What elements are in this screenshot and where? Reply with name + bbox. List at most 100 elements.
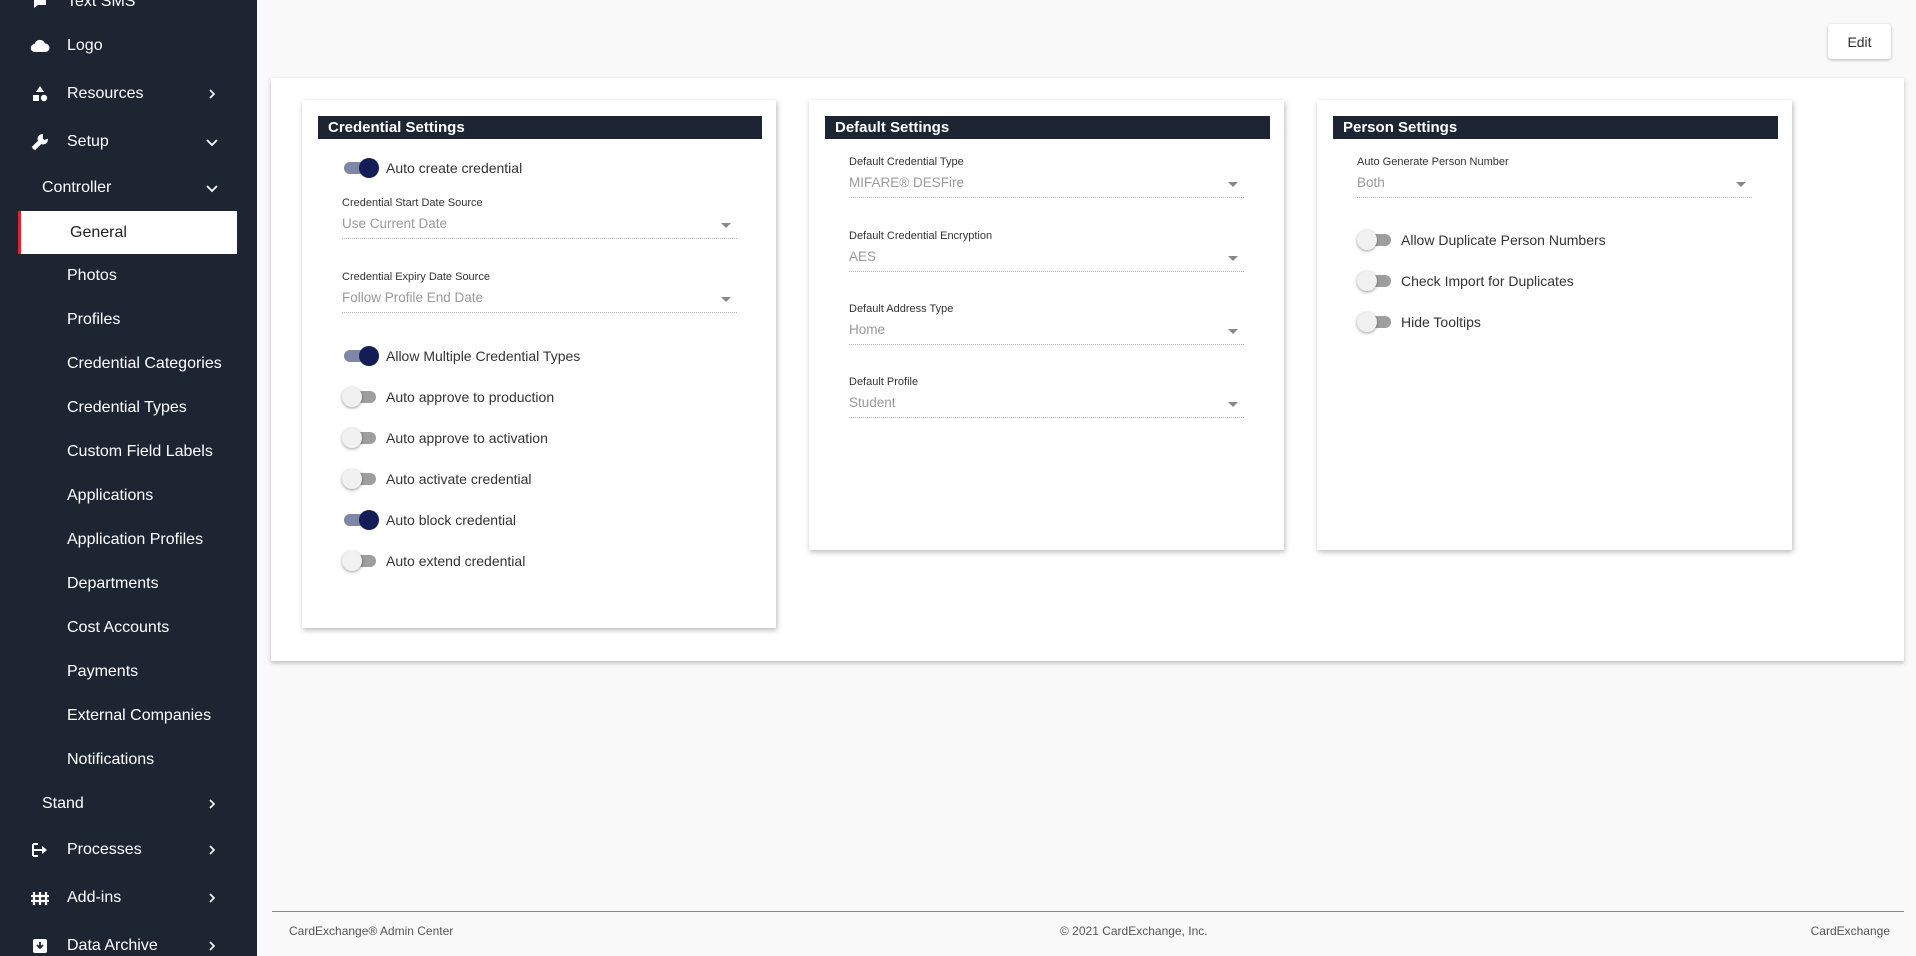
sidebar-item-setup[interactable]: Setup <box>0 122 257 162</box>
auto-create-credential-toggle[interactable]: Auto create credential <box>342 156 522 180</box>
sidebar-item-notifications[interactable]: Notifications <box>0 740 257 780</box>
edit-button[interactable]: Edit <box>1828 24 1891 59</box>
sidebar-item-label: Profiles <box>67 311 121 328</box>
dropdown-arrow-icon[interactable] <box>1228 402 1238 407</box>
sidebar-item-label: Payments <box>67 663 139 680</box>
auto-activate-credential-toggle[interactable]: Auto activate credential <box>342 467 532 491</box>
sidebar-item-add-ins[interactable]: Add-ins <box>0 878 257 918</box>
sidebar-item-payments[interactable]: Payments <box>0 652 257 692</box>
toggle-label: Auto activate credential <box>386 471 532 487</box>
sidebar-item-controller[interactable]: Controller <box>0 168 257 208</box>
field-label: Credential Start Date Source <box>342 197 483 209</box>
sidebar-item-label: Cost Accounts <box>67 619 170 636</box>
credential-expiry-date-source-select[interactable]: Credential Expiry Date Source Follow Pro… <box>342 271 737 315</box>
default-settings-card: Default Settings Default Credential Type… <box>809 100 1284 550</box>
sidebar-item-custom-field-labels[interactable]: Custom Field Labels <box>0 432 257 472</box>
toggle-switch[interactable] <box>342 510 379 530</box>
dropdown-arrow-icon[interactable] <box>1228 256 1238 261</box>
person-settings-card: Person Settings Auto Generate Person Num… <box>1317 100 1792 550</box>
sidebar-item-label: Data Archive <box>67 937 158 954</box>
toggle-label: Auto block credential <box>386 512 516 528</box>
sidebar-item-label: External Companies <box>67 707 212 724</box>
auto-extend-credential-toggle[interactable]: Auto extend credential <box>342 549 525 573</box>
sidebar-item-label: Controller <box>42 179 112 196</box>
toggle-switch[interactable] <box>342 469 378 489</box>
sidebar-item-label: Credential Types <box>67 399 187 416</box>
sidebar-item-label: Applications <box>67 487 154 504</box>
field-label: Credential Expiry Date Source <box>342 271 490 283</box>
sidebar-item-profiles[interactable]: Profiles <box>0 300 257 340</box>
field-label: Default Address Type <box>849 303 954 315</box>
toggle-switch[interactable] <box>342 551 378 571</box>
sidebar-item-label: Resources <box>67 85 144 102</box>
dropdown-arrow-icon[interactable] <box>721 297 731 302</box>
dropdown-arrow-icon[interactable] <box>1228 182 1238 187</box>
toggle-switch[interactable] <box>342 428 378 448</box>
toggle-label: Allow Multiple Credential Types <box>386 348 581 364</box>
sidebar-item-text-sms[interactable]: Text SMS <box>0 0 257 22</box>
dropdown-arrow-icon[interactable] <box>721 223 731 228</box>
credential-start-date-source-select[interactable]: Credential Start Date Source Use Current… <box>342 197 737 241</box>
sidebar-item-credential-categories[interactable]: Credential Categories <box>0 344 257 384</box>
default-profile-select[interactable]: Default Profile Student <box>849 376 1244 420</box>
dropdown-arrow-icon[interactable] <box>1736 182 1746 187</box>
allow-multiple-credential-types-toggle[interactable]: Allow Multiple Credential Types <box>342 344 580 368</box>
chevron-down-icon <box>202 178 222 198</box>
sidebar-item-logo[interactable]: Logo <box>0 26 257 66</box>
sidebar-item-application-profiles[interactable]: Application Profiles <box>0 520 257 560</box>
default-credential-type-select[interactable]: Default Credential Type MIFARE® DESFire <box>849 156 1244 200</box>
auto-approve-activation-toggle[interactable]: Auto approve to activation <box>342 426 548 450</box>
auto-approve-production-toggle[interactable]: Auto approve to production <box>342 385 554 409</box>
sidebar-item-general[interactable]: General <box>18 211 237 254</box>
sidebar-item-label: Add-ins <box>67 889 122 906</box>
sidebar-item-label: General <box>70 223 127 241</box>
sidebar-item-cost-accounts[interactable]: Cost Accounts <box>0 608 257 648</box>
sidebar-item-external-companies[interactable]: External Companies <box>0 696 257 736</box>
shapes-icon <box>30 84 50 104</box>
auto-block-credential-toggle[interactable]: Auto block credential <box>342 508 516 532</box>
sidebar-item-label: Logo <box>67 37 103 54</box>
toggle-switch[interactable] <box>342 387 378 407</box>
chevron-right-icon <box>202 840 222 860</box>
settings-panel: Credential Settings Auto create credenti… <box>271 78 1904 661</box>
toggle-label: Auto extend credential <box>386 553 526 569</box>
sidebar-item-departments[interactable]: Departments <box>0 564 257 604</box>
sidebar-item-label: Processes <box>67 841 142 858</box>
footer-brand-link[interactable]: CardExchange <box>1811 924 1890 938</box>
footer-divider <box>272 911 1904 912</box>
sidebar-item-photos[interactable]: Photos <box>0 256 257 296</box>
sidebar-item-label: Stand <box>42 795 84 812</box>
toggle-switch[interactable] <box>342 158 379 178</box>
sidebar-item-stand[interactable]: Stand <box>0 784 257 824</box>
default-address-type-select[interactable]: Default Address Type Home <box>849 303 1244 347</box>
allow-duplicate-person-numbers-toggle[interactable]: Allow Duplicate Person Numbers <box>1357 228 1606 252</box>
chevron-right-icon <box>202 794 222 814</box>
field-label: Default Credential Type <box>849 156 964 168</box>
field-value: MIFARE® DESFire <box>849 175 964 190</box>
chevron-right-icon <box>202 888 222 908</box>
chevron-down-icon <box>202 132 222 152</box>
field-value: Home <box>849 322 886 337</box>
sidebar-item-processes[interactable]: Processes <box>0 830 257 870</box>
toggle-switch[interactable] <box>1357 230 1393 250</box>
toggle-switch[interactable] <box>1357 271 1393 291</box>
sidebar-item-label: Credential Categories <box>67 355 222 372</box>
sidebar-item-resources[interactable]: Resources <box>0 74 257 114</box>
sidebar-item-applications[interactable]: Applications <box>0 476 257 516</box>
sidebar-item-label: Notifications <box>67 751 155 768</box>
chevron-right-icon <box>202 84 222 104</box>
toggle-switch[interactable] <box>342 346 379 366</box>
chat-icon <box>30 0 50 12</box>
field-label: Default Credential Encryption <box>849 230 993 242</box>
sidebar-item-data-archive[interactable]: Data Archive <box>0 926 257 956</box>
toggle-label: Check Import for Duplicates <box>1401 273 1574 289</box>
sidebar-item-label: Photos <box>67 267 117 284</box>
check-import-for-duplicates-toggle[interactable]: Check Import for Duplicates <box>1357 269 1574 293</box>
hide-tooltips-toggle[interactable]: Hide Tooltips <box>1357 310 1481 334</box>
card-title: Default Settings <box>825 116 1270 139</box>
toggle-switch[interactable] <box>1357 312 1393 332</box>
dropdown-arrow-icon[interactable] <box>1228 329 1238 334</box>
auto-generate-person-number-select[interactable]: Auto Generate Person Number Both <box>1357 156 1752 200</box>
default-credential-encryption-select[interactable]: Default Credential Encryption AES <box>849 230 1244 274</box>
sidebar-item-credential-types[interactable]: Credential Types <box>0 388 257 428</box>
